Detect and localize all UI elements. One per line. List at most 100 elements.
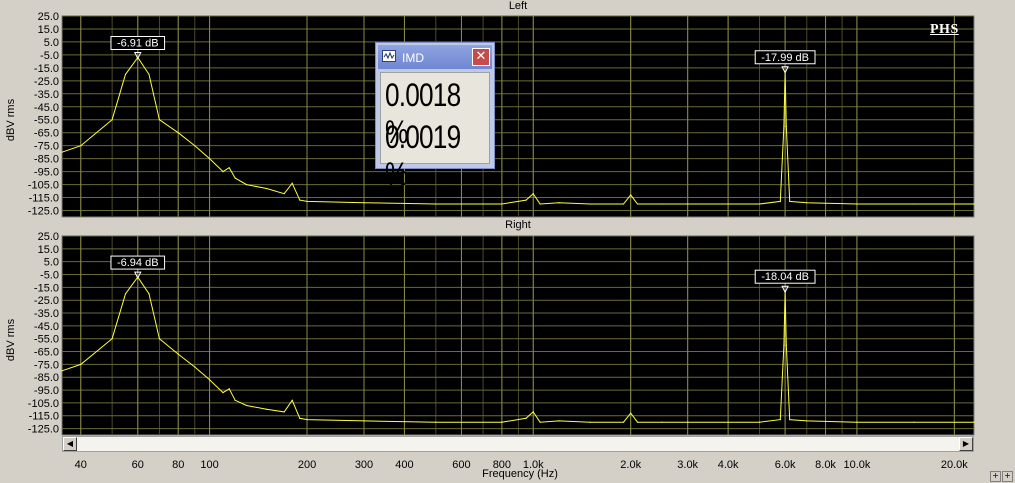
left-data-point [306,200,308,203]
left-data-point [363,202,365,204]
left-data-point [208,158,211,160]
left-data-point [687,203,689,205]
right-y-tick-label: 15.0 [38,244,59,256]
imd-value-right: 0.0019 % [385,119,461,192]
right-data-point [61,370,63,372]
right-data-point [758,421,761,423]
right-data-point [727,421,729,423]
left-y-tick-label: -75.0 [34,141,59,153]
right-data-point [539,421,541,423]
left-data-point [265,187,268,190]
left-y-tick-label: -25.0 [34,76,59,88]
left-y-tick-label: -105.0 [28,180,59,192]
left-y-tick-label: -95.0 [34,167,59,179]
left-marker-label: -17.99 dB [761,52,809,64]
zoom-controls: + + [990,471,1013,482]
left-data-point [148,73,150,75]
spectrum-charts: 25.015.05.0-5.0-15.0-25.0-35.0-45.0-55.0… [28,11,975,471]
right-data-point [501,421,503,423]
right-data-point [80,363,82,365]
left-y-tick-label: -45.0 [34,102,59,114]
left-y-tick-label: -115.0 [29,193,59,205]
left-data-point [789,200,791,203]
left-data-point [785,125,787,127]
right-data-point [299,417,301,419]
right-data-point [856,421,858,423]
left-data-point [622,203,625,205]
left-data-point [124,73,127,75]
right-data-point [306,418,308,421]
right-y-tick-label: 5.0 [44,257,59,269]
right-data-point [783,344,785,346]
imd-body: 0.0018 % 0.0019 % [380,72,490,192]
right-y-tick-label: -35.0 [34,308,59,320]
right-y-tick-label: -5.0 [40,270,59,282]
waveform-icon [382,50,396,62]
right-data-point [228,388,230,390]
left-data-point [194,145,196,147]
right-data-point [435,421,437,423]
zoom-in-button-1[interactable]: + [990,471,1001,482]
right-marker-label: -18.04 dB [761,271,809,283]
right-data-point [148,293,150,295]
left-data-point [228,167,230,169]
left-data-point [661,203,663,205]
right-y-tick-label: -75.0 [34,359,59,371]
close-icon[interactable]: ✕ [472,48,490,66]
imd-title: IMD [402,51,424,65]
imd-titlebar[interactable]: IMD ✕ [378,45,492,69]
right-data-point [806,420,808,422]
left-data-point [558,202,560,204]
right-data-point [687,421,689,423]
right-data-point [208,379,211,381]
right-data-point [661,421,663,423]
right-y-tick-label: -125.0 [28,424,59,436]
left-data-point [158,119,161,121]
left-data-point [299,199,301,201]
right-data-point [558,420,560,422]
frequency-scrollbar[interactable]: ◀ ▶ [62,436,974,452]
left-data-point [973,203,975,205]
left-data-point [61,151,63,153]
right-data-point [622,421,625,423]
zoom-in-button-2[interactable]: + [1002,471,1013,482]
left-data-point [111,119,113,121]
left-y-tick-label: 25.0 [38,11,59,23]
left-data-point [856,203,858,205]
right-data-point [124,293,127,295]
left-data-point [283,193,285,195]
right-y-tick-label: -85.0 [34,372,59,384]
scroll-left-button[interactable]: ◀ [63,437,77,451]
right-data-point [291,399,293,401]
right-y-tick-label: -45.0 [34,321,59,333]
right-y-tick-label: -105.0 [28,398,59,410]
imd-dialog: IMD ✕ 0.0018 % 0.0019 % [375,42,495,192]
x-axis-label: Frequency (Hz) [482,468,558,480]
left-data-point [913,203,915,205]
left-y-tick-label: -5.0 [40,50,59,62]
left-data-point [501,203,503,205]
left-marker-label: -6.91 dB [117,37,159,49]
left-data-point [245,183,248,186]
right-data-point [234,399,236,401]
right-data-point [636,421,639,423]
scroll-right-button[interactable]: ▶ [959,437,973,451]
left-y-tick-label: -65.0 [34,128,59,140]
right-marker-label: -6.94 dB [117,257,159,269]
right-y-tick-label: -95.0 [34,385,59,397]
left-data-point [727,203,729,205]
right-data-point [111,338,113,340]
right-data-point [222,392,224,394]
left-data-point [783,125,785,127]
left-y-tick-label: -85.0 [34,154,59,166]
right-y-tick-label: -15.0 [34,282,59,294]
left-data-point [80,145,82,147]
right-data-point [973,421,975,423]
right-data-point [913,421,915,423]
left-y-tick-label: -35.0 [34,89,59,101]
left-data-point [636,203,639,205]
right-y-tick-label: -25.0 [34,295,59,307]
right-data-point [532,411,534,413]
right-y-tick-label: 25.0 [38,231,59,243]
right-data-point [158,338,161,340]
